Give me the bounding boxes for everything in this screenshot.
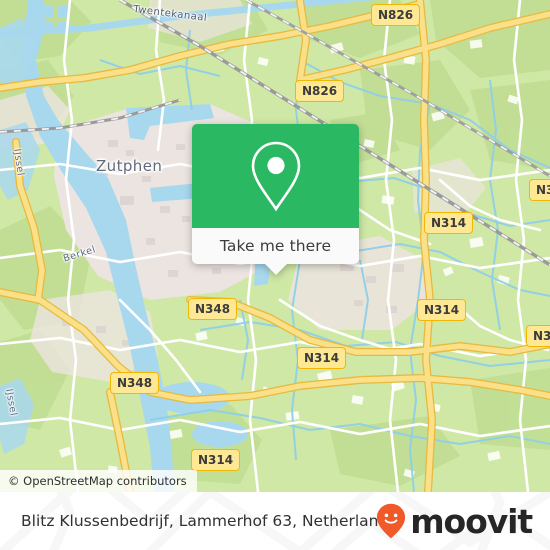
road-shield-n826-upper: N826 bbox=[295, 80, 345, 102]
map-canvas[interactable]: Zutphen IJssel Berkel IJssel Twentekanaa… bbox=[0, 0, 550, 492]
map-pin-icon bbox=[251, 141, 300, 212]
destination-callout[interactable]: Take me there bbox=[192, 124, 359, 275]
moovit-logo[interactable]: moovit bbox=[376, 492, 533, 550]
moovit-wordmark: moovit bbox=[410, 501, 533, 541]
moovit-map-card: Zutphen IJssel Berkel IJssel Twentekanaa… bbox=[0, 0, 550, 550]
callout-pointer bbox=[264, 264, 287, 275]
road-shield-n3-edge-upper: N3 bbox=[529, 179, 550, 201]
road-shield-n314-east-lower: N314 bbox=[417, 299, 467, 321]
road-shield-n826-top-right: N826 bbox=[371, 4, 421, 26]
footer-bar: Blitz Klussenbedrijf, Lammerhof 63, Neth… bbox=[0, 492, 550, 550]
road-shield-n348-mid: N348 bbox=[188, 298, 238, 320]
moovit-smiley-pin-icon bbox=[377, 503, 406, 539]
road-shield-n348-southwest: N348 bbox=[110, 372, 160, 394]
osm-attribution[interactable]: © OpenStreetMap contributors bbox=[0, 470, 197, 492]
take-me-there-label: Take me there bbox=[219, 237, 332, 255]
location-address: Blitz Klussenbedrijf, Lammerhof 63, Neth… bbox=[21, 512, 397, 530]
road-shield-n314-center: N314 bbox=[297, 347, 347, 369]
osm-attribution-text: © OpenStreetMap contributors bbox=[8, 474, 187, 488]
road-shield-n31-edge-lower: N31 bbox=[526, 325, 550, 347]
road-shield-n314-east-upper: N314 bbox=[424, 212, 474, 234]
road-shield-n314-south: N314 bbox=[191, 449, 241, 471]
callout-action-bar[interactable]: Take me there bbox=[192, 228, 359, 264]
callout-header bbox=[192, 124, 359, 228]
